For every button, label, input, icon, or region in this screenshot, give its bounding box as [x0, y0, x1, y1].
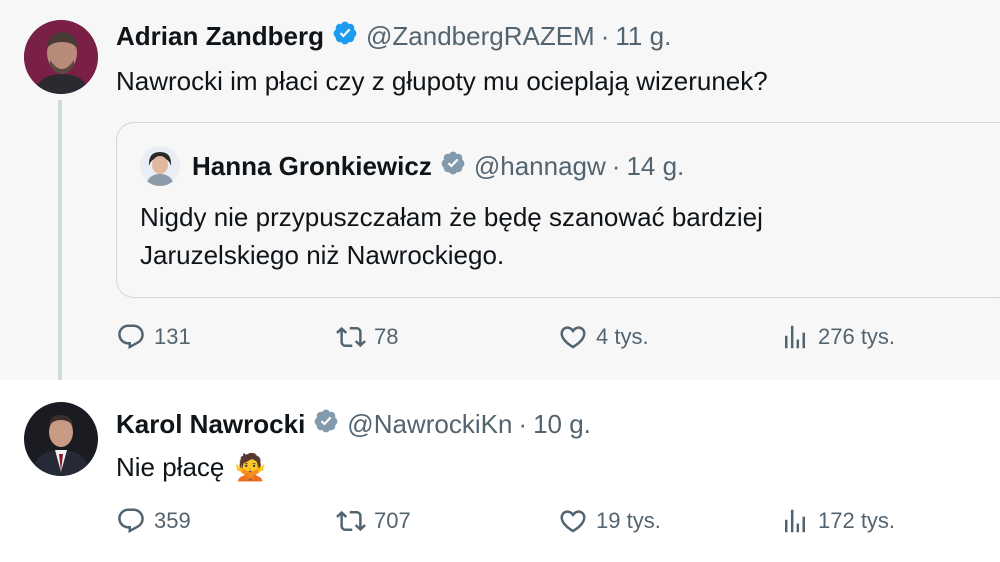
quoted-timestamp[interactable]: 14 g. [626, 151, 684, 182]
tweet-actions: 359 707 19 tys. 172 tys. [116, 506, 946, 546]
reply-icon [118, 324, 144, 350]
separator-dot: · [600, 21, 610, 51]
reply-button[interactable]: 359 [116, 506, 191, 536]
tweet-zandberg[interactable]: Adrian Zandberg @ZandbergRAZEM · 11 g. N… [0, 0, 1000, 380]
like-button[interactable]: 4 tys. [558, 322, 649, 352]
quoted-text-line-1: Nigdy nie przypuszczałam że będę szanowa… [140, 202, 763, 232]
quoted-author-name[interactable]: Hanna Gronkiewicz [192, 151, 432, 182]
tweet-text: Nawrocki im płaci czy z głupoty mu ociep… [116, 66, 768, 96]
tweet-nawrocki[interactable]: Karol Nawrocki @NawrockiKn · 10 g. Nie p… [0, 380, 1000, 562]
tweet-actions: 131 78 4 tys. 276 tys. [116, 322, 946, 362]
separator-dot: · [518, 409, 528, 439]
quoted-author-handle[interactable]: @hannagw [474, 151, 606, 182]
repost-count: 78 [374, 324, 399, 349]
reply-icon [118, 508, 144, 534]
views-count: 172 tys. [818, 508, 896, 533]
verified-badge-icon [313, 408, 339, 441]
author-name[interactable]: Adrian Zandberg [116, 21, 324, 52]
like-count: 19 tys. [596, 508, 661, 533]
views-button[interactable]: 276 tys. [780, 322, 895, 352]
repost-icon [336, 510, 366, 532]
author-name[interactable]: Karol Nawrocki [116, 409, 305, 440]
repost-button[interactable]: 707 [336, 506, 411, 536]
like-button[interactable]: 19 tys. [558, 506, 661, 536]
views-button[interactable]: 172 tys. [780, 506, 895, 536]
reply-count: 359 [154, 508, 191, 533]
reply-count: 131 [154, 324, 191, 349]
verified-badge-icon [332, 20, 358, 53]
quoted-avatar[interactable] [140, 146, 180, 186]
avatar[interactable] [24, 402, 98, 476]
repost-icon [336, 326, 366, 348]
repost-count: 707 [374, 508, 411, 533]
repost-button[interactable]: 78 [336, 322, 398, 352]
avatar[interactable] [24, 20, 98, 94]
timestamp[interactable]: 11 g. [615, 21, 671, 52]
heart-icon [560, 510, 586, 533]
views-chart-icon [785, 509, 805, 533]
person-gesturing-no-emoji: 🙅 [234, 452, 267, 482]
views-chart-icon [785, 325, 805, 349]
timestamp[interactable]: 10 g. [533, 409, 591, 440]
heart-icon [560, 326, 586, 349]
tweet-text: Nie płacę [116, 452, 225, 482]
views-count: 276 tys. [818, 324, 896, 349]
reply-button[interactable]: 131 [116, 322, 191, 352]
verified-badge-icon [440, 150, 466, 183]
author-handle[interactable]: @ZandbergRAZEM [366, 21, 595, 52]
separator-dot: · [611, 151, 621, 181]
author-handle[interactable]: @NawrockiKn [347, 409, 512, 440]
quoted-text-line-2: Jaruzelskiego niż Nawrockiego. [140, 240, 505, 270]
thread-connector-line [58, 100, 62, 396]
like-count: 4 tys. [596, 324, 649, 349]
